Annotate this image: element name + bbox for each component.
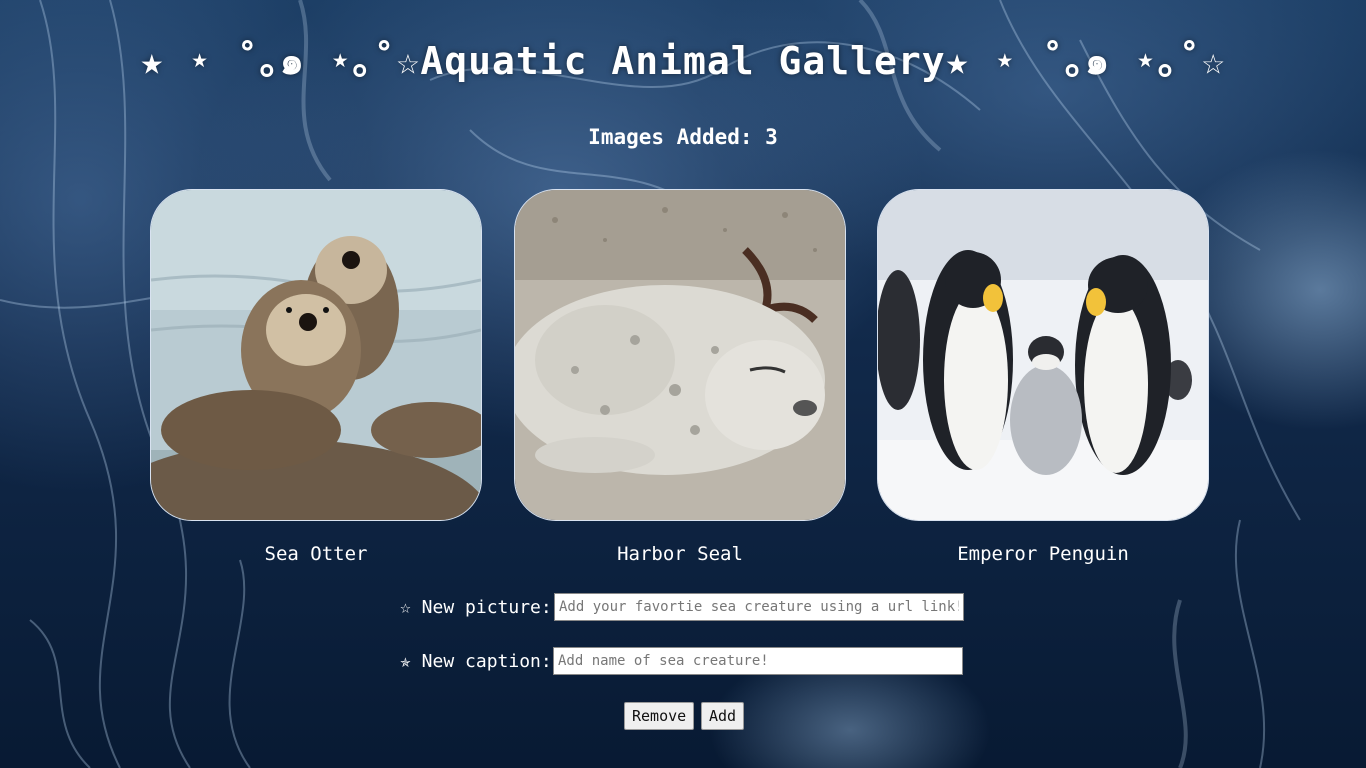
new-caption-row: ✯ New caption: bbox=[400, 647, 970, 677]
gallery-item: Harbor Seal bbox=[514, 189, 846, 565]
new-caption-input[interactable] bbox=[553, 647, 963, 675]
gallery-item: Sea Otter bbox=[150, 189, 482, 565]
new-caption-label: ✯ New caption: bbox=[400, 651, 552, 672]
gallery-item: Emperor Penguin bbox=[877, 189, 1209, 565]
emperor-penguin-image bbox=[877, 189, 1209, 521]
new-picture-row: ☆ New picture: bbox=[400, 593, 970, 623]
gallery-caption: Sea Otter bbox=[264, 543, 368, 565]
sea-otter-image bbox=[150, 189, 482, 521]
new-picture-input[interactable] bbox=[554, 593, 964, 621]
gallery: Sea Otter Harbor Seal Emperor Penguin bbox=[150, 189, 1210, 579]
remove-button[interactable]: Remove bbox=[624, 702, 695, 730]
page-title: ★ ⋆ ˚｡๑ ⋆｡˚☆Aquatic Animal Gallery★ ⋆ ˚｡… bbox=[140, 39, 1226, 83]
add-button[interactable]: Add bbox=[701, 702, 745, 730]
images-added-counter: Images Added: 3 bbox=[588, 125, 778, 149]
gallery-caption: Harbor Seal bbox=[617, 543, 743, 565]
new-picture-label: ☆ New picture: bbox=[400, 597, 552, 618]
harbor-seal-image bbox=[514, 189, 846, 521]
gallery-caption: Emperor Penguin bbox=[957, 543, 1129, 565]
